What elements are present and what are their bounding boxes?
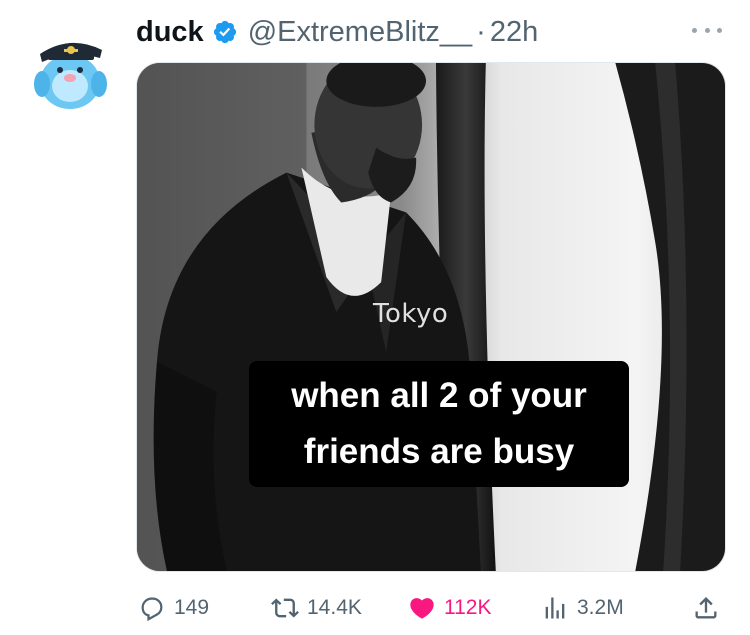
ellipsis-dot (704, 27, 710, 33)
tokyo-watermark: Tokyo (373, 299, 449, 329)
ellipsis-icon (692, 27, 697, 33)
share-button[interactable] (692, 590, 720, 626)
views-count: 3.2M (577, 596, 624, 619)
author-display-name[interactable]: duck (136, 16, 204, 49)
avatar[interactable] (22, 20, 120, 118)
tweet-actions-bar: 149 14.4K 112K 3.2M (136, 590, 726, 626)
retweet-icon (271, 598, 299, 618)
views-chart-icon (545, 597, 565, 619)
blue-cartoon-bird-avatar-icon (22, 20, 120, 118)
separator-dot: · (476, 15, 486, 48)
tweet-timestamp[interactable]: 22h (490, 16, 538, 49)
retweet-count: 14.4K (307, 596, 362, 619)
tweet-media[interactable]: Tokyo when all 2 of your friends are bus… (136, 62, 726, 572)
like-count: 112K (444, 596, 492, 619)
ellipsis-dot (717, 27, 722, 33)
reply-icon (141, 597, 163, 622)
author-handle[interactable]: @ExtremeBlitz__ (248, 16, 472, 49)
tweet-header: duck @ExtremeBlitz__ · 22h (136, 10, 538, 54)
verified-badge-icon (213, 20, 236, 44)
reply-count: 149 (174, 596, 210, 619)
share-icon (695, 597, 717, 619)
meme-caption-text: when all 2 of your friends are busy (291, 376, 587, 471)
views-button[interactable]: 3.2M (541, 590, 624, 626)
retweet-button[interactable]: 14.4K (271, 590, 362, 626)
heart-icon (410, 598, 434, 619)
more-options-button[interactable] (692, 18, 722, 42)
meme-caption-box: when all 2 of your friends are busy (249, 361, 629, 487)
like-button[interactable]: 112K (408, 590, 492, 626)
reply-button[interactable]: 149 (138, 590, 209, 626)
